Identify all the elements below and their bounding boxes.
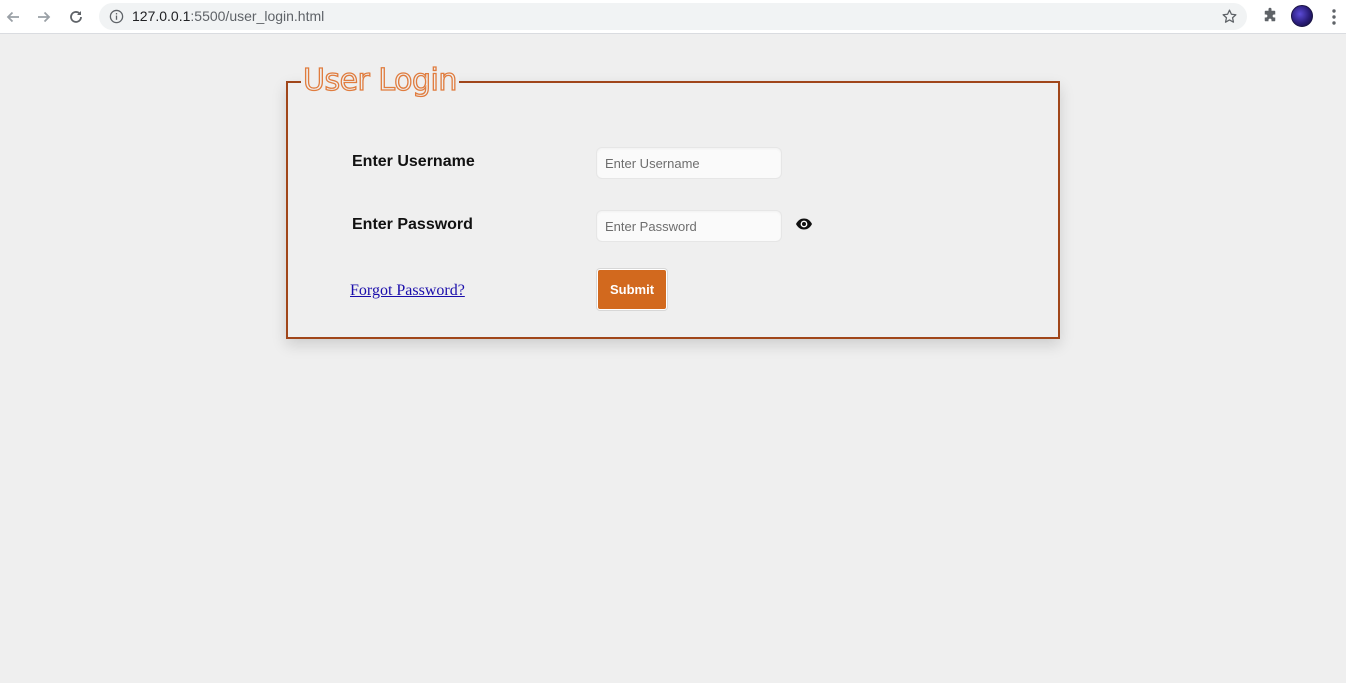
reload-button[interactable]	[64, 5, 88, 29]
forgot-password-link[interactable]: Forgot Password?	[350, 282, 465, 300]
info-icon[interactable]	[109, 9, 124, 24]
back-button[interactable]	[1, 5, 25, 29]
forward-button[interactable]	[32, 5, 56, 29]
username-label: Enter Username	[352, 153, 475, 170]
submit-button[interactable]: Submit	[597, 269, 667, 310]
page-title: User Login	[301, 62, 459, 99]
username-input[interactable]	[596, 147, 782, 179]
kebab-menu-icon[interactable]	[1326, 8, 1342, 26]
avatar[interactable]	[1291, 5, 1313, 27]
password-input[interactable]	[596, 210, 782, 242]
address-bar[interactable]: 127.0.0.1:5500/user_login.html	[99, 3, 1247, 30]
login-fieldset: User Login Enter Username Enter Password…	[286, 62, 1060, 339]
url-path: :5500/user_login.html	[190, 8, 325, 24]
arrow-right-icon	[38, 11, 51, 23]
url-host: 127.0.0.1	[132, 8, 191, 24]
arrow-left-icon	[6, 11, 19, 23]
star-icon[interactable]	[1221, 8, 1238, 25]
browser-toolbar: 127.0.0.1:5500/user_login.html	[0, 0, 1346, 34]
password-label: Enter Password	[352, 216, 473, 233]
puzzle-icon[interactable]	[1261, 7, 1279, 25]
reload-icon	[70, 11, 82, 23]
eye-icon[interactable]	[795, 217, 813, 231]
url-text[interactable]: 127.0.0.1:5500/user_login.html	[132, 8, 324, 24]
